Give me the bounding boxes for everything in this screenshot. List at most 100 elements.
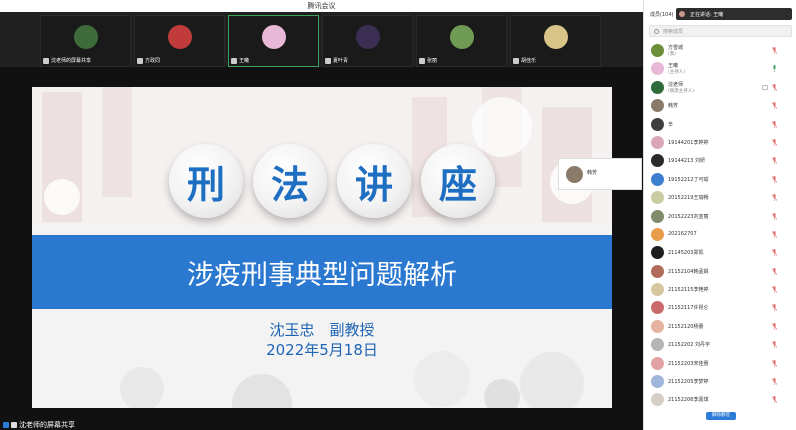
member-avatar [651,393,664,407]
active-speaker-popup[interactable]: 韩芳 [558,158,642,190]
user-icon [3,422,9,428]
member-avatar [651,135,664,149]
mic-muted-icon[interactable] [772,304,777,312]
member-name: 21152115李艳婷 [668,287,709,294]
video-tile[interactable]: 方政同 [134,15,225,67]
member-row[interactable]: 沈老师 (联席主持人) [644,79,796,97]
mic-muted-icon[interactable] [772,396,777,404]
member-row[interactable]: 21145203郑凯 [644,244,796,262]
mic-icon [231,57,237,64]
participant-avatar [356,25,380,49]
mic-muted-icon[interactable] [772,341,777,349]
member-row[interactable]: 辛 [644,116,796,134]
video-tile[interactable]: 张丽 [416,15,507,67]
mic-muted-icon[interactable] [772,194,777,202]
member-row[interactable]: 韩芳 [644,97,796,115]
member-row[interactable]: 19152212丁可瑜 [644,171,796,189]
mic-muted-icon[interactable] [772,322,777,330]
member-avatar [651,154,664,168]
member-name: 21152203宋佳惠 [668,360,709,367]
mic-muted-icon[interactable] [772,378,777,386]
member-search[interactable]: 搜索成员 [649,25,792,37]
title-char-1: 刑 [186,162,225,207]
calligraphy-background [32,87,612,227]
share-label: 沈老师的屏幕共享 [3,420,75,430]
member-name: 方雪城 [668,45,684,51]
camera-icon [762,84,768,90]
mic-muted-icon[interactable] [772,286,777,294]
member-avatar [651,301,664,315]
members-panel-footer: 解除静音 [644,410,796,430]
mic-muted-icon[interactable] [772,359,777,367]
member-avatar [651,227,664,241]
members-title: 成员(104) [650,12,674,18]
member-row[interactable]: 21152203宋佳惠 [644,355,796,373]
share-label-text: 沈老师的屏幕共享 [19,421,75,429]
video-tile[interactable]: 夏叶青 [322,15,413,67]
member-row[interactable]: 19144201李婷婷 [644,134,796,152]
member-row[interactable]: 21152115李艳婷 [644,281,796,299]
mic-icon [43,57,49,64]
search-icon [654,29,659,34]
member-list: 方雪城 (我) 王曦 (主持人) 沈老师 (联席主持人) 韩芳辛 19144201李婷婷 191… [644,42,796,410]
participant-name-label: 夏叶青 [325,57,348,64]
member-name: 21145203郑凯 [668,250,704,257]
member-row[interactable]: 21152117许昆仑 [644,299,796,317]
member-avatar [651,209,664,223]
member-row[interactable]: 20152219王瑜畅 [644,189,796,207]
member-avatar [651,264,664,278]
mic-muted-icon[interactable] [772,212,777,220]
member-row[interactable]: 21152120杨蕾 [644,318,796,336]
mic-muted-icon[interactable] [772,175,777,183]
mic-muted-icon[interactable] [772,157,777,165]
member-row[interactable]: 21152205李梦婷 [644,373,796,391]
mic-muted-icon[interactable] [772,249,777,257]
member-row[interactable]: 20152223刘亚丽 [644,208,796,226]
mic-muted-icon[interactable] [772,267,777,275]
member-row[interactable]: 21152206李嘉琪 [644,391,796,409]
speaking-text: 正在讲话: 王曦 [690,12,724,18]
member-name: 20152219王瑜畅 [668,195,709,202]
title-bubble-3: 讲 [337,144,411,218]
member-name: 19144213 刘妍 [668,158,706,165]
mic-muted-icon[interactable] [772,47,777,54]
participant-name: 胡佳乐 [521,58,537,64]
member-avatar [651,62,664,76]
members-panel-header: 成员(104) 正在讲话: 王曦 [644,0,796,22]
speaker-dot-icon [679,11,685,17]
title-bubble-1: 刑 [169,144,243,218]
member-name: 19152212丁可瑜 [668,176,709,183]
members-panel: 成员(104) 正在讲话: 王曦 搜索成员 方雪城 (我) 王曦 (主持人) 沈老师 (联… [643,0,796,430]
subtitle-band: 涉疫刑事典型问题解析 [32,235,612,309]
member-name: 沈老师 [668,81,684,88]
video-tile[interactable]: 沈老师的屏幕共享 [40,15,131,67]
member-row[interactable]: 202162707 [644,226,796,244]
member-name: 王曦 [668,63,679,70]
participant-avatar [544,25,568,49]
member-row[interactable]: 19144213 刘妍 [644,152,796,170]
member-name: 21152206李嘉琪 [668,397,709,404]
mic-muted-icon[interactable] [772,230,777,238]
mic-muted-icon[interactable] [772,102,777,110]
speaker-name: 韩芳 [587,170,598,176]
meeting-window: 腾讯会议 沈老师的屏幕共享 方政同 王曦 夏叶青 张丽 胡佳乐 刑 法 讲 座 … [0,0,796,430]
mic-muted-icon[interactable] [772,120,777,128]
participant-name: 王曦 [239,58,250,64]
member-row[interactable]: 21152104韩孟娟 [644,263,796,281]
unmute-button[interactable]: 解除静音 [706,412,736,420]
member-row[interactable]: 21152202 刘丹宇 [644,336,796,354]
member-row[interactable]: 方雪城 (我) [644,42,796,60]
member-role: (我) [668,52,677,57]
mic-on-icon[interactable] [772,65,777,73]
bubble-decoration [120,351,584,408]
mic-muted-icon[interactable] [772,83,777,91]
video-tile[interactable]: 王曦 [228,15,319,67]
search-placeholder: 搜索成员 [663,29,684,35]
mic-icon [513,57,519,64]
mic-muted-icon[interactable] [772,138,777,146]
video-tile[interactable]: 胡佳乐 [510,15,601,67]
slide-lecturer: 沈玉忠 副教授 [269,321,375,339]
speaker-avatar [566,166,583,183]
mic-icon [419,57,425,64]
member-row[interactable]: 王曦 (主持人) [644,60,796,78]
